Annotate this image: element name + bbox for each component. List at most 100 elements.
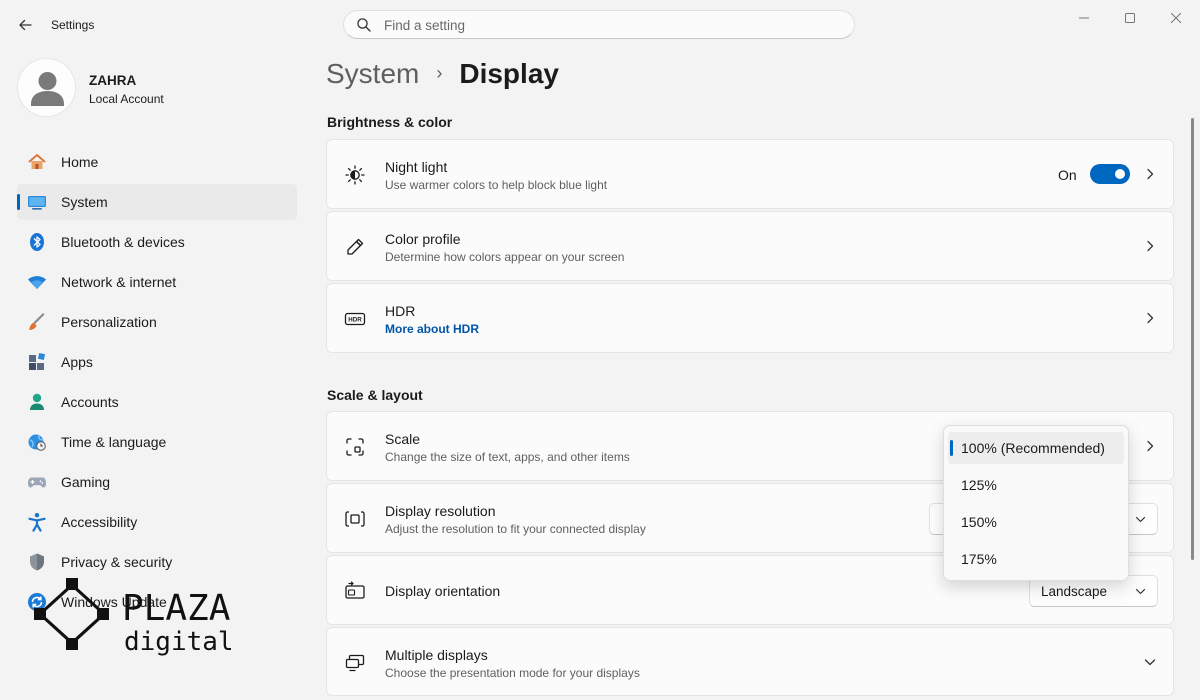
chevron-right-icon[interactable] bbox=[1143, 311, 1157, 325]
scale-option-label: 125% bbox=[961, 477, 997, 493]
chevron-right-icon[interactable] bbox=[1143, 439, 1157, 453]
bluetooth-icon bbox=[30, 233, 44, 251]
sidebar-item-label: Time & language bbox=[61, 434, 167, 450]
close-button[interactable] bbox=[1166, 8, 1186, 28]
system-display-icon bbox=[28, 196, 46, 210]
sidebar-item-bluetooth[interactable]: Bluetooth & devices bbox=[17, 224, 297, 260]
app-title: Settings bbox=[51, 18, 95, 32]
display-orientation-value: Landscape bbox=[1041, 584, 1108, 599]
sidebar-item-privacy[interactable]: Privacy & security bbox=[17, 544, 297, 580]
back-arrow-icon bbox=[19, 19, 32, 31]
display-resolution-title: Display resolution bbox=[385, 503, 496, 519]
accounts-icon bbox=[30, 393, 44, 410]
scale-option-label: 175% bbox=[961, 551, 997, 567]
section-heading-scale-layout: Scale & layout bbox=[327, 387, 423, 403]
sidebar-item-personalization[interactable]: Personalization bbox=[17, 304, 297, 340]
multiple-displays-title: Multiple displays bbox=[385, 647, 488, 663]
svg-text:HDR: HDR bbox=[348, 317, 362, 324]
chevron-right-icon[interactable] bbox=[1143, 167, 1157, 181]
scale-dropdown-menu: 100% (Recommended) 125% 150% 175% bbox=[943, 425, 1129, 581]
scale-option[interactable]: 125% bbox=[948, 469, 1124, 501]
scale-icon bbox=[346, 438, 364, 456]
apps-icon bbox=[29, 352, 46, 370]
sidebar-item-network[interactable]: Network & internet bbox=[17, 264, 297, 300]
close-icon bbox=[1171, 13, 1181, 23]
sidebar-item-label: Apps bbox=[61, 354, 93, 370]
maximize-button[interactable] bbox=[1120, 8, 1140, 28]
multiple-displays-icon bbox=[345, 654, 365, 672]
search-icon bbox=[357, 18, 371, 32]
search-box[interactable] bbox=[343, 10, 855, 39]
color-profile-card[interactable]: Color profile Determine how colors appea… bbox=[326, 211, 1174, 281]
multiple-displays-card[interactable]: Multiple displays Choose the presentatio… bbox=[326, 627, 1174, 696]
home-icon bbox=[28, 154, 46, 169]
sidebar-item-label: Bluetooth & devices bbox=[61, 234, 185, 250]
scale-option[interactable]: 100% (Recommended) bbox=[948, 432, 1124, 464]
sidebar-item-label: Home bbox=[61, 154, 99, 170]
account-type: Local Account bbox=[89, 92, 164, 106]
scale-subtitle: Change the size of text, apps, and other… bbox=[385, 450, 630, 464]
sidebar-item-label: Accounts bbox=[61, 394, 119, 410]
page-title: Display bbox=[459, 58, 559, 89]
shield-icon bbox=[30, 553, 44, 571]
accessibility-icon bbox=[28, 513, 46, 532]
minimize-button[interactable] bbox=[1074, 8, 1094, 28]
scale-option-label: 100% (Recommended) bbox=[961, 440, 1105, 456]
back-button[interactable] bbox=[14, 14, 36, 36]
sidebar-item-time-language[interactable]: Time & language bbox=[17, 424, 297, 460]
sidebar-item-gaming[interactable]: Gaming bbox=[17, 464, 297, 500]
toggle-knob bbox=[1115, 169, 1125, 179]
chevron-right-icon[interactable] bbox=[1143, 239, 1157, 253]
sidebar-item-label: Accessibility bbox=[61, 514, 138, 530]
chevron-down-icon bbox=[1135, 588, 1146, 595]
search-input[interactable] bbox=[382, 14, 826, 37]
color-profile-subtitle: Determine how colors appear on your scre… bbox=[385, 250, 625, 264]
scale-option-label: 150% bbox=[961, 514, 997, 530]
more-about-hdr-link[interactable]: More about HDR bbox=[385, 322, 479, 336]
sidebar-item-accessibility[interactable]: Accessibility bbox=[17, 504, 297, 540]
watermark-line1: PLAZA bbox=[122, 588, 231, 629]
maximize-icon bbox=[1125, 13, 1135, 23]
wifi-icon bbox=[28, 276, 46, 289]
avatar[interactable] bbox=[17, 58, 76, 117]
scale-option[interactable]: 150% bbox=[948, 506, 1124, 538]
sidebar-item-label: Privacy & security bbox=[61, 554, 173, 570]
multiple-displays-subtitle: Choose the presentation mode for your di… bbox=[385, 666, 640, 680]
sidebar-item-accounts[interactable]: Accounts bbox=[17, 384, 297, 420]
watermark-line2: digital bbox=[124, 627, 234, 656]
hdr-card[interactable]: HDR HDR More about HDR bbox=[326, 283, 1174, 353]
title-bar: Settings bbox=[0, 0, 1200, 50]
gamepad-icon bbox=[28, 477, 46, 488]
display-orientation-title: Display orientation bbox=[385, 583, 501, 599]
scrollbar[interactable] bbox=[1191, 118, 1194, 560]
breadcrumb-parent[interactable]: System bbox=[326, 58, 419, 89]
sidebar-item-label: Personalization bbox=[61, 314, 157, 330]
scale-option[interactable]: 175% bbox=[948, 543, 1124, 575]
night-light-icon bbox=[345, 165, 365, 185]
minimize-icon bbox=[1079, 17, 1089, 19]
sidebar-item-label: Network & internet bbox=[61, 274, 177, 290]
section-heading-brightness: Brightness & color bbox=[327, 114, 453, 130]
display-resolution-subtitle: Adjust the resolution to fit your connec… bbox=[385, 522, 646, 536]
sidebar-item-apps[interactable]: Apps bbox=[17, 344, 297, 380]
sidebar-item-label: Gaming bbox=[61, 474, 111, 490]
breadcrumb-separator: › bbox=[436, 63, 443, 83]
sidebar-item-home[interactable]: Home bbox=[17, 144, 297, 180]
sidebar-item-system[interactable]: System bbox=[17, 184, 297, 220]
night-light-state: On bbox=[1058, 167, 1077, 183]
plaza-digital-watermark-logo: PLAZA digital bbox=[34, 578, 234, 656]
hdr-icon: HDR bbox=[344, 312, 366, 326]
hdr-title: HDR bbox=[385, 303, 416, 319]
night-light-title: Night light bbox=[385, 159, 448, 175]
resolution-icon bbox=[345, 511, 365, 527]
chevron-down-icon bbox=[1135, 516, 1146, 523]
user-avatar-icon bbox=[31, 72, 64, 106]
night-light-card[interactable]: Night light Use warmer colors to help bl… bbox=[326, 139, 1174, 209]
globe-clock-icon bbox=[28, 434, 46, 451]
chevron-down-icon[interactable] bbox=[1143, 655, 1157, 669]
night-light-toggle[interactable] bbox=[1090, 164, 1130, 184]
breadcrumb: System › Display bbox=[326, 58, 559, 90]
sidebar-item-label: System bbox=[61, 194, 108, 210]
orientation-icon bbox=[345, 581, 365, 599]
night-light-subtitle: Use warmer colors to help block blue lig… bbox=[385, 178, 608, 192]
